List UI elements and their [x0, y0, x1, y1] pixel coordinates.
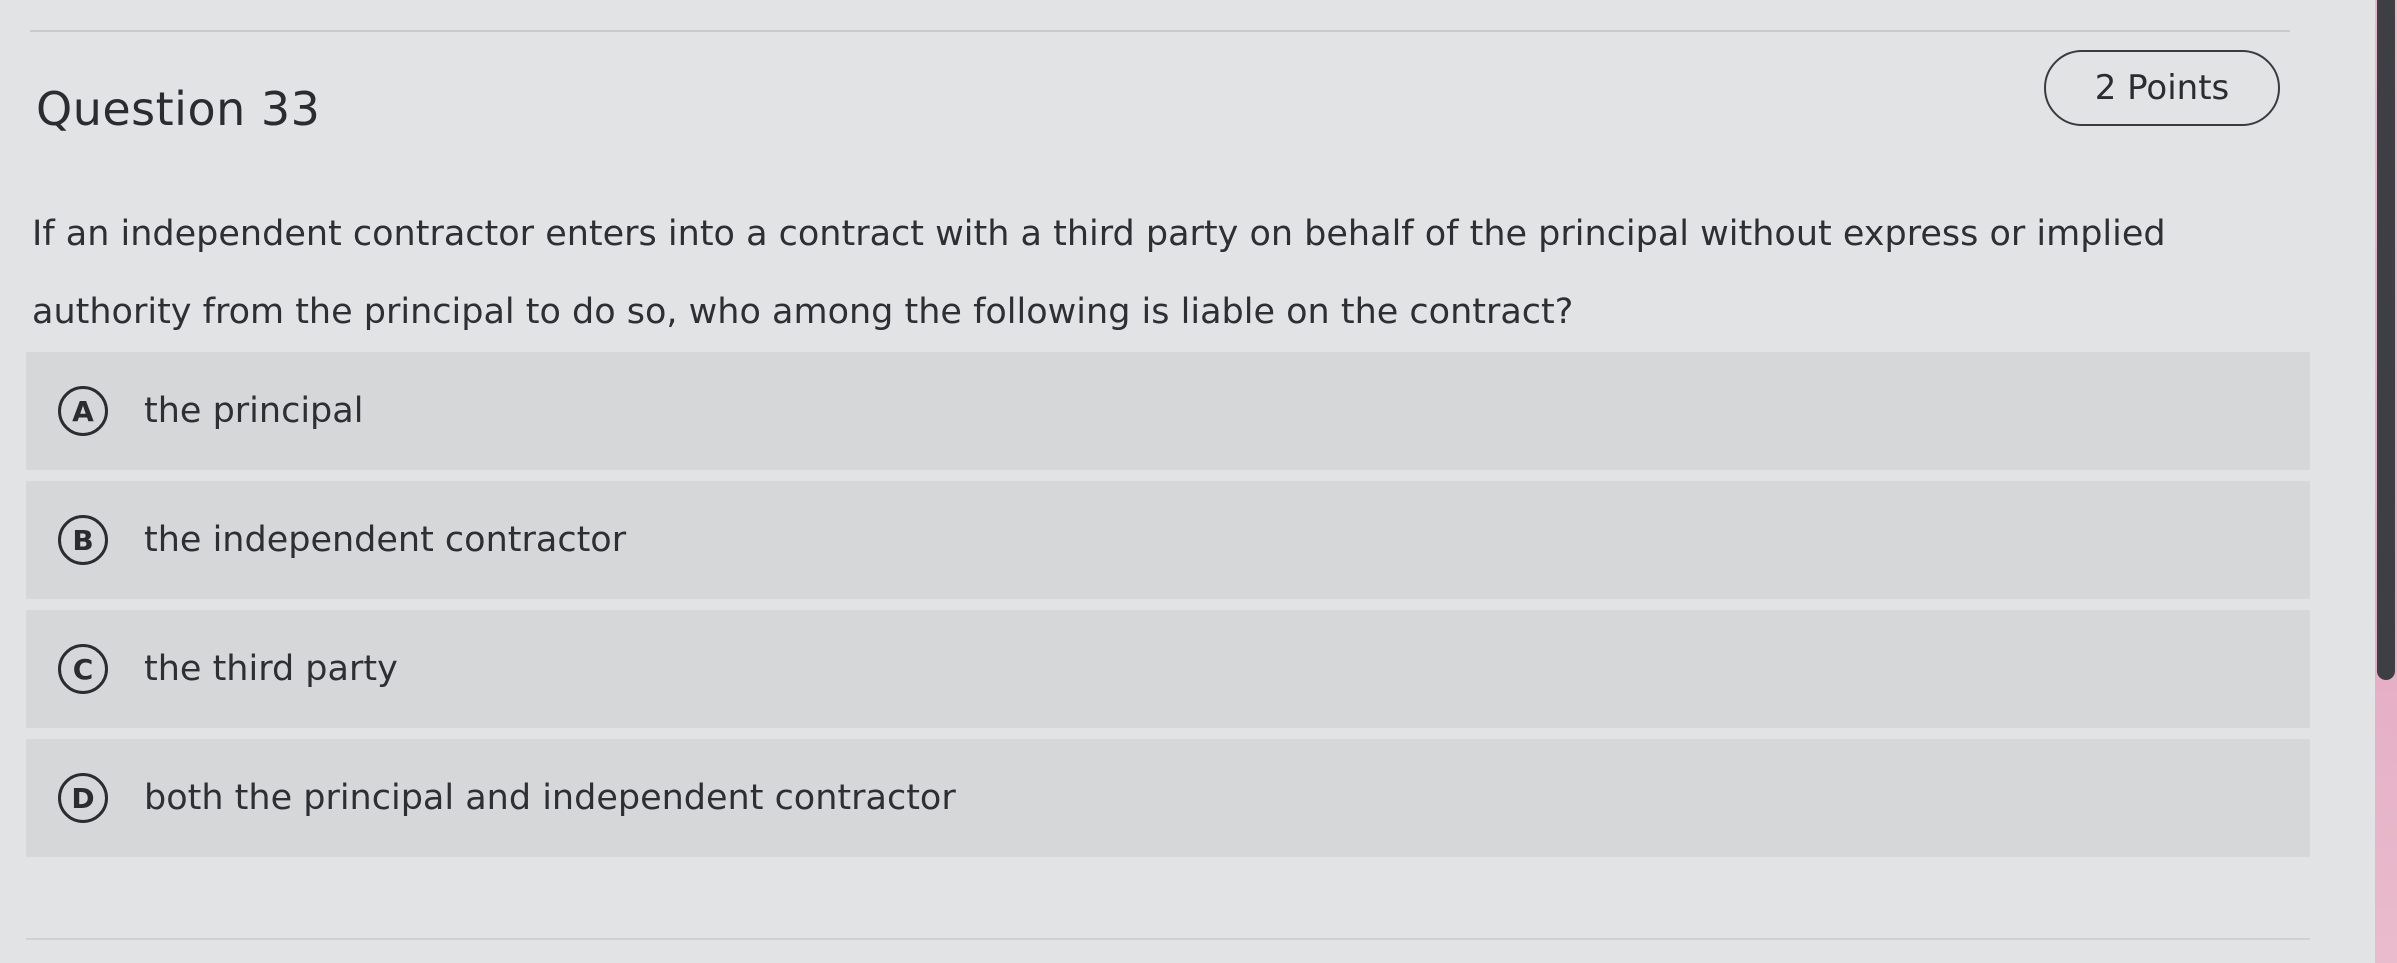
option-d-text: both the principal and independent contr…	[144, 778, 956, 818]
option-a-text: the principal	[144, 391, 364, 431]
option-c-letter: C	[58, 644, 108, 694]
option-a-letter: A	[58, 386, 108, 436]
points-badge: 2 Points	[2044, 50, 2280, 126]
scrollbar-thumb[interactable]	[2377, 0, 2395, 680]
question-title: Question 33	[36, 82, 321, 136]
answer-options: A the principal B the independent contra…	[26, 352, 2310, 868]
option-b-letter: B	[58, 515, 108, 565]
bottom-divider	[26, 938, 2310, 940]
option-b-text: the independent contractor	[144, 520, 627, 560]
scrollbar-track[interactable]	[2375, 0, 2397, 963]
option-c[interactable]: C the third party	[26, 610, 2310, 728]
option-c-text: the third party	[144, 649, 398, 689]
option-d[interactable]: D both the principal and independent con…	[26, 739, 2310, 857]
option-a[interactable]: A the principal	[26, 352, 2310, 470]
top-divider	[30, 30, 2290, 32]
option-b[interactable]: B the independent contractor	[26, 481, 2310, 599]
option-d-letter: D	[58, 773, 108, 823]
question-text: If an independent contractor enters into…	[32, 214, 2166, 332]
